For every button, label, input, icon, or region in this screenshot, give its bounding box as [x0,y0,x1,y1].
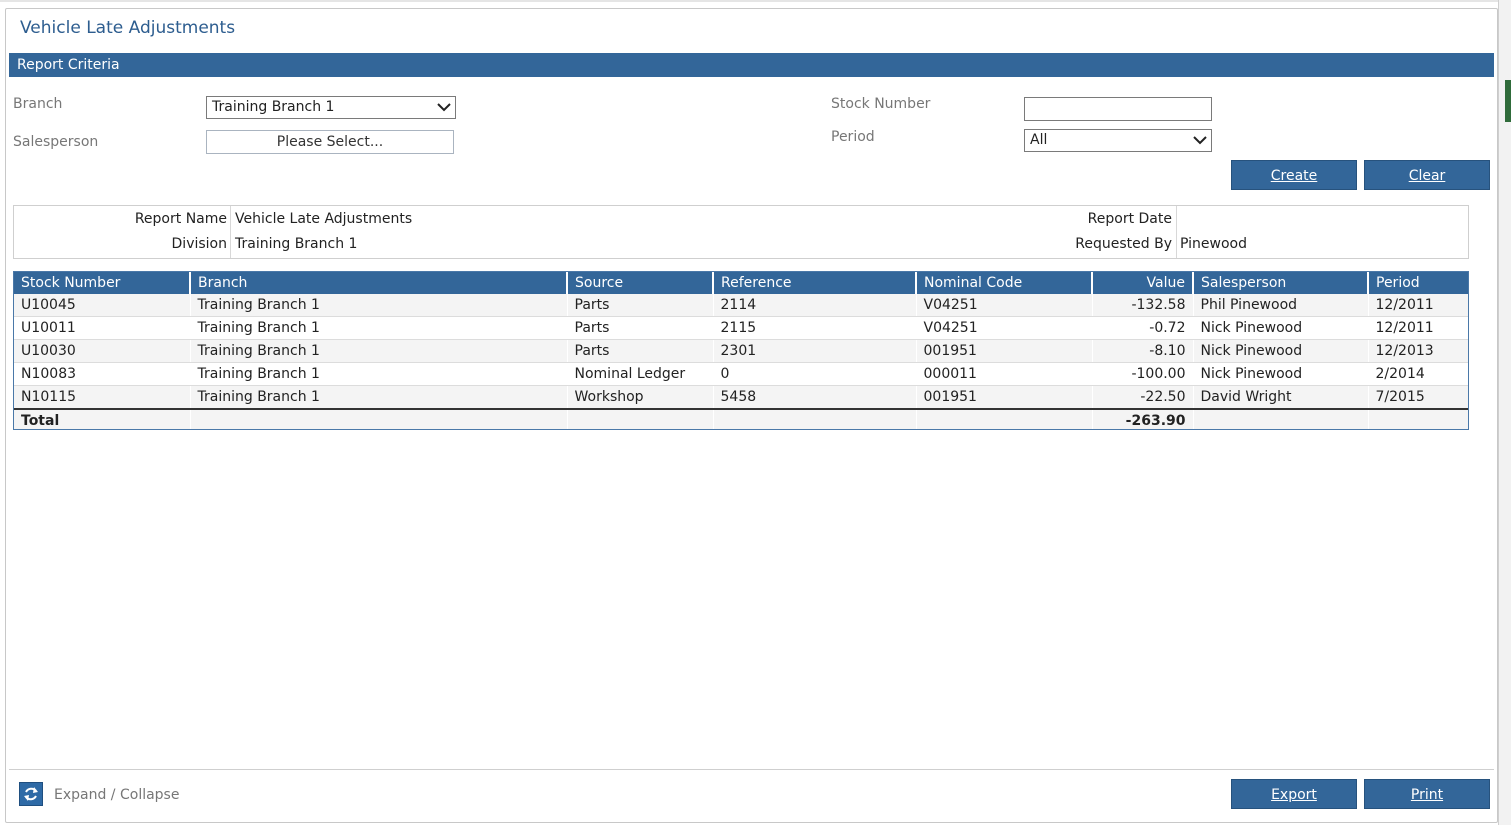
cell-nominal-code: V04251 [916,316,1093,340]
cell-branch: Training Branch 1 [190,294,568,317]
cell-period: 12/2013 [1368,339,1468,363]
total-empty-cell [916,408,1093,429]
cell-stock-number: U10045 [14,294,191,317]
period-select[interactable]: All [1024,129,1212,152]
cell-source: Parts [567,294,714,317]
cell-salesperson: Nick Pinewood [1193,339,1369,363]
print-button[interactable]: Print [1364,779,1490,809]
cell-period: 7/2015 [1368,385,1468,410]
chevron-down-icon [437,103,451,112]
cell-nominal-code: 001951 [916,385,1093,410]
cell-salesperson: Nick Pinewood [1193,362,1369,386]
info-divider [230,206,231,258]
table-row[interactable]: N10083 Training Branch 1 Nominal Ledger … [14,362,1468,386]
period-select-value: All [1030,132,1048,148]
branch-label: Branch [13,96,63,112]
table-header-row: Stock Number Branch Source Reference Nom… [14,272,1468,294]
cell-nominal-code: 000011 [916,362,1093,386]
refresh-icon-glyph [24,787,38,801]
page-title: Vehicle Late Adjustments [20,18,236,38]
total-empty-cell [567,408,714,429]
report-name-value: Vehicle Late Adjustments [235,211,413,227]
create-button[interactable]: Create [1231,160,1357,190]
window-top-line [0,0,1511,2]
cell-branch: Training Branch 1 [190,316,568,340]
cell-salesperson: Nick Pinewood [1193,316,1369,340]
total-value: -263.90 [1092,408,1194,429]
adjustments-table: Stock Number Branch Source Reference Nom… [13,271,1469,430]
cell-period: 12/2011 [1368,294,1468,317]
column-header-period[interactable]: Period [1368,272,1468,294]
cell-branch: Training Branch 1 [190,385,568,410]
table-row[interactable]: U10030 Training Branch 1 Parts 2301 0019… [14,339,1468,363]
table-total-row: Total -263.90 [14,408,1468,429]
cell-value: -0.72 [1092,316,1194,340]
export-button[interactable]: Export [1231,779,1357,809]
stock-number-label: Stock Number [831,96,931,112]
window-right-edge [1498,0,1511,825]
cell-value: -22.50 [1092,385,1194,410]
table-row[interactable]: U10011 Training Branch 1 Parts 2115 V042… [14,316,1468,340]
cell-source: Workshop [567,385,714,410]
expand-collapse-link[interactable]: Expand / Collapse [54,787,179,803]
cell-value: -132.58 [1092,294,1194,317]
requested-by-label: Requested By [1075,236,1172,252]
cell-stock-number: U10011 [14,316,191,340]
refresh-icon[interactable] [19,782,43,806]
cell-stock-number: N10083 [14,362,191,386]
cell-reference: 2115 [713,316,917,340]
division-value: Training Branch 1 [235,236,358,252]
cell-source: Parts [567,339,714,363]
cell-stock-number: U10030 [14,339,191,363]
column-header-source[interactable]: Source [567,272,714,294]
report-criteria-header[interactable]: Report Criteria [9,53,1494,77]
cell-period: 2/2014 [1368,362,1468,386]
cell-branch: Training Branch 1 [190,362,568,386]
cell-branch: Training Branch 1 [190,339,568,363]
report-date-label: Report Date [1087,211,1172,227]
cell-value: -8.10 [1092,339,1194,363]
cell-stock-number: N10115 [14,385,191,410]
total-empty-cell [190,408,568,429]
table-row[interactable]: N10115 Training Branch 1 Workshop 5458 0… [14,385,1468,410]
column-header-value[interactable]: Value [1092,272,1194,294]
column-header-branch[interactable]: Branch [190,272,568,294]
cell-source: Nominal Ledger [567,362,714,386]
total-empty-cell [713,408,917,429]
division-label: Division [171,236,227,252]
background-app-strip [1505,80,1511,122]
stock-number-input[interactable] [1024,97,1212,121]
salesperson-label: Salesperson [13,134,99,150]
total-label: Total [14,408,191,429]
cell-salesperson: David Wright [1193,385,1369,410]
info-divider [1176,206,1177,258]
chevron-down-icon [1193,136,1207,145]
branch-select[interactable]: Training Branch 1 [206,96,456,119]
cell-salesperson: Phil Pinewood [1193,294,1369,317]
branch-select-value: Training Branch 1 [212,99,335,115]
footer-divider [9,769,1494,770]
report-name-label: Report Name [134,211,227,227]
cell-reference: 2301 [713,339,917,363]
clear-button[interactable]: Clear [1364,160,1490,190]
salesperson-select-button[interactable]: Please Select... [206,130,454,154]
column-header-stock-number[interactable]: Stock Number [14,272,191,294]
cell-source: Parts [567,316,714,340]
total-empty-cell [1193,408,1369,429]
table-row[interactable]: U10045 Training Branch 1 Parts 2114 V042… [14,294,1468,317]
cell-nominal-code: 001951 [916,339,1093,363]
period-label: Period [831,129,875,145]
column-header-reference[interactable]: Reference [713,272,917,294]
column-header-nominal-code[interactable]: Nominal Code [916,272,1093,294]
cell-value: -100.00 [1092,362,1194,386]
report-info-box: Report Name Vehicle Late Adjustments Div… [13,205,1469,259]
cell-period: 12/2011 [1368,316,1468,340]
cell-reference: 0 [713,362,917,386]
total-empty-cell [1368,408,1468,429]
column-header-salesperson[interactable]: Salesperson [1193,272,1369,294]
requested-by-value: Pinewood [1180,236,1247,252]
cell-nominal-code: V04251 [916,294,1093,317]
cell-reference: 5458 [713,385,917,410]
cell-reference: 2114 [713,294,917,317]
